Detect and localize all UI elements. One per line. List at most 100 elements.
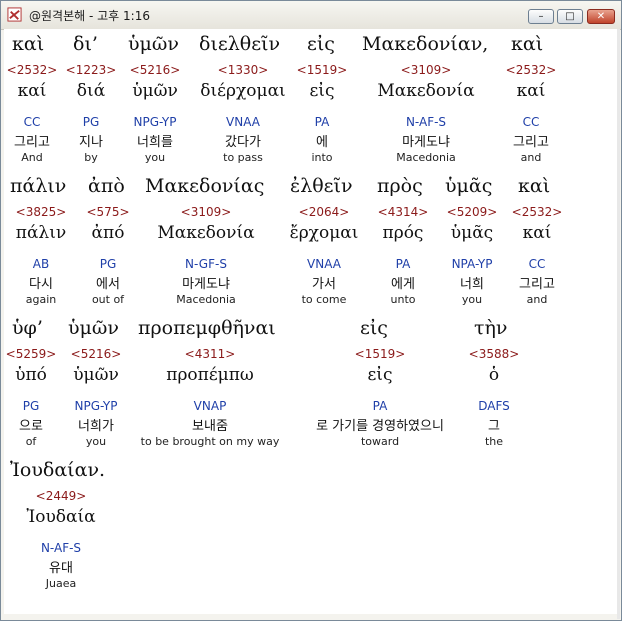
english-gloss: Juaea [45,577,77,590]
korean-gloss: 로 가기를 경영하였으니 [316,419,444,434]
right-border [617,29,620,619]
english-gloss: And [21,151,43,164]
greek-word: τὴν [474,317,508,339]
english-gloss: out of [91,293,125,306]
english-gloss: the [484,435,504,448]
lemma: ὑπό [15,365,47,385]
parsing-code: N-AF-S [405,115,447,129]
english-gloss: Macedonia [396,151,456,164]
parsing-code: PA [314,115,330,129]
greek-word: διελθεῖν [199,33,281,55]
parsing-code: NPA-YP [451,257,493,271]
korean-gloss: 가서 [312,277,336,292]
english-gloss: you [85,435,107,448]
korean-gloss: 마게도냐 [182,277,230,292]
strong-number[interactable]: <5216> [71,347,122,361]
greek-word: δι’ [73,33,98,55]
maximize-button[interactable]: □ [557,9,583,24]
parsing-code: PG [82,115,100,129]
english-gloss: you [144,151,166,164]
greek-word: Μακεδονίας [145,175,265,197]
parsing-code: VNAP [193,399,227,413]
parsing-code: CC [522,115,540,129]
parsing-code: N-AF-S [40,541,82,555]
lemma: ἀπό [91,223,125,243]
lemma: πάλιν [15,223,67,243]
greek-word: καὶ [518,175,551,197]
strong-number[interactable]: <1223> [66,63,117,77]
english-gloss: into [311,151,333,164]
strong-number[interactable]: <2064> [299,205,350,219]
korean-gloss: 으로 [19,419,43,434]
lemma: καί [522,223,552,243]
strong-number[interactable]: <1519> [297,63,348,77]
title-bar[interactable]: @원격본해 - 고후 1:16 – □ ✕ [1,1,621,30]
lemma: εἰς [309,81,335,101]
strong-number[interactable]: <3588> [469,347,520,361]
close-button[interactable]: ✕ [587,9,615,24]
strong-number[interactable]: <2532> [506,63,557,77]
app-logo-icon [7,7,22,22]
strong-number[interactable]: <2532> [7,63,58,77]
english-gloss: unto [390,293,416,306]
strong-number[interactable]: <5216> [130,63,181,77]
korean-gloss: 마게도냐 [402,135,450,150]
greek-word: καὶ [12,33,45,55]
strong-number[interactable]: <5209> [447,205,498,219]
strong-number[interactable]: <575> [86,205,129,219]
lemma: καί [17,81,47,101]
greek-word: εἰς [307,33,335,55]
strong-number[interactable]: <2532> [512,205,563,219]
minimize-button[interactable]: – [528,9,554,24]
close-icon: ✕ [596,11,606,22]
korean-gloss: 그 [488,419,500,434]
parsing-code: NPG-YP [74,399,118,413]
korean-gloss: 너희가 [78,419,114,434]
strong-number[interactable]: <4314> [378,205,429,219]
greek-word: ὑμᾶς [445,175,493,197]
greek-word: εἰς [360,317,388,339]
greek-word: ὑμῶν [68,317,119,339]
greek-word: ὑμῶν [128,33,179,55]
greek-word: ὑφ’ [12,317,43,339]
maximize-icon: □ [565,11,575,22]
strong-number[interactable]: <4311> [185,347,236,361]
strong-number[interactable]: <5259> [6,347,57,361]
lemma: ὑμᾶς [450,223,494,243]
strong-number[interactable]: <3825> [16,205,67,219]
english-gloss: to come [301,293,347,306]
lemma: ὑμῶν [73,365,119,385]
english-gloss: to pass [223,151,263,164]
lemma: εἰς [367,365,393,385]
english-gloss: of [25,435,37,448]
parsing-code: VNAA [226,115,260,129]
parsing-code: CC [528,257,546,271]
greek-word: Μακεδονίαν, [362,33,489,55]
parsing-code: DAFS [478,399,510,413]
parsing-code: PG [99,257,117,271]
strong-number[interactable]: <1330> [218,63,269,77]
greek-word: προπεμφθῆναι [138,317,276,339]
greek-word: ἀπὸ [88,175,125,197]
parsing-code: AB [32,257,50,271]
parsing-code: VNAA [307,257,341,271]
minimize-icon: – [538,11,544,22]
english-gloss: Macedonia [176,293,236,306]
parsing-code: NPG-YP [133,115,177,129]
english-gloss: and [526,293,548,306]
strong-number[interactable]: <3109> [181,205,232,219]
lemma: ἔρχομαι [289,223,359,243]
korean-gloss: 너희 [460,277,484,292]
korean-gloss: 에 [316,135,328,150]
strong-number[interactable]: <2449> [36,489,87,503]
lemma: ὑμῶν [132,81,178,101]
strong-number[interactable]: <3109> [401,63,452,77]
lemma: πρός [382,223,424,243]
strong-number[interactable]: <1519> [355,347,406,361]
korean-gloss: 에서 [96,277,120,292]
english-gloss: again [25,293,57,306]
lemma: ὁ [488,365,500,385]
lemma: διέρχομαι [200,81,286,101]
lemma: Ἰουδαία [26,507,96,527]
lemma: Μακεδονία [377,81,475,101]
